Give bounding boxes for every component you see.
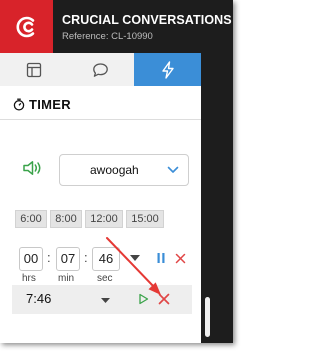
sound-select[interactable]: awoogah <box>59 154 189 186</box>
preset-button[interactable]: 12:00 <box>85 210 123 228</box>
app-reference: Reference: CL-10990 <box>62 31 153 42</box>
close-icon[interactable] <box>157 292 171 306</box>
seconds-label: sec <box>97 273 113 284</box>
timer-heading: TIMER <box>13 97 71 112</box>
preset-button[interactable]: 6:00 <box>15 210 47 228</box>
cc-logo-icon <box>0 0 53 53</box>
divider <box>0 119 201 120</box>
app-window: CRUCIAL CONVERSATIONS Reference: CL-1099… <box>0 0 233 343</box>
play-icon[interactable] <box>136 292 150 306</box>
tab-actions[interactable] <box>134 53 201 86</box>
app-title: CRUCIAL CONVERSATIONS <box>62 13 232 27</box>
time-separator: : <box>47 250 51 265</box>
minutes-input[interactable]: 07 <box>56 247 80 271</box>
tab-chat[interactable] <box>67 53 134 86</box>
running-time: 7:46 <box>26 291 52 306</box>
close-icon[interactable] <box>173 251 187 265</box>
tab-bar <box>0 53 201 86</box>
scrollbar-thumb[interactable] <box>205 297 210 337</box>
speaker-icon[interactable] <box>22 160 44 181</box>
timer-title: TIMER <box>29 97 71 112</box>
lightning-icon <box>161 60 174 79</box>
preset-button[interactable]: 8:00 <box>50 210 82 228</box>
caret-down-icon[interactable] <box>98 294 112 306</box>
sound-select-value: awoogah <box>90 163 139 177</box>
chevron-down-icon <box>167 166 179 173</box>
pause-icon[interactable] <box>154 251 168 265</box>
hours-input[interactable]: 00 <box>19 247 43 271</box>
tab-layout[interactable] <box>0 53 67 86</box>
preset-button[interactable]: 15:00 <box>126 210 164 228</box>
chat-icon <box>93 62 108 77</box>
stopwatch-icon <box>13 98 25 111</box>
caret-down-icon[interactable] <box>128 252 142 264</box>
minutes-label: min <box>58 273 75 284</box>
app-header: CRUCIAL CONVERSATIONS Reference: CL-1099… <box>0 0 233 53</box>
running-timer-row: 7:46 <box>12 285 192 314</box>
time-separator: : <box>84 250 88 265</box>
seconds-input[interactable]: 46 <box>92 247 120 271</box>
layout-icon <box>26 62 41 77</box>
hours-label: hrs <box>22 273 36 284</box>
preset-row: 6:00 8:00 12:00 15:00 <box>15 210 164 228</box>
